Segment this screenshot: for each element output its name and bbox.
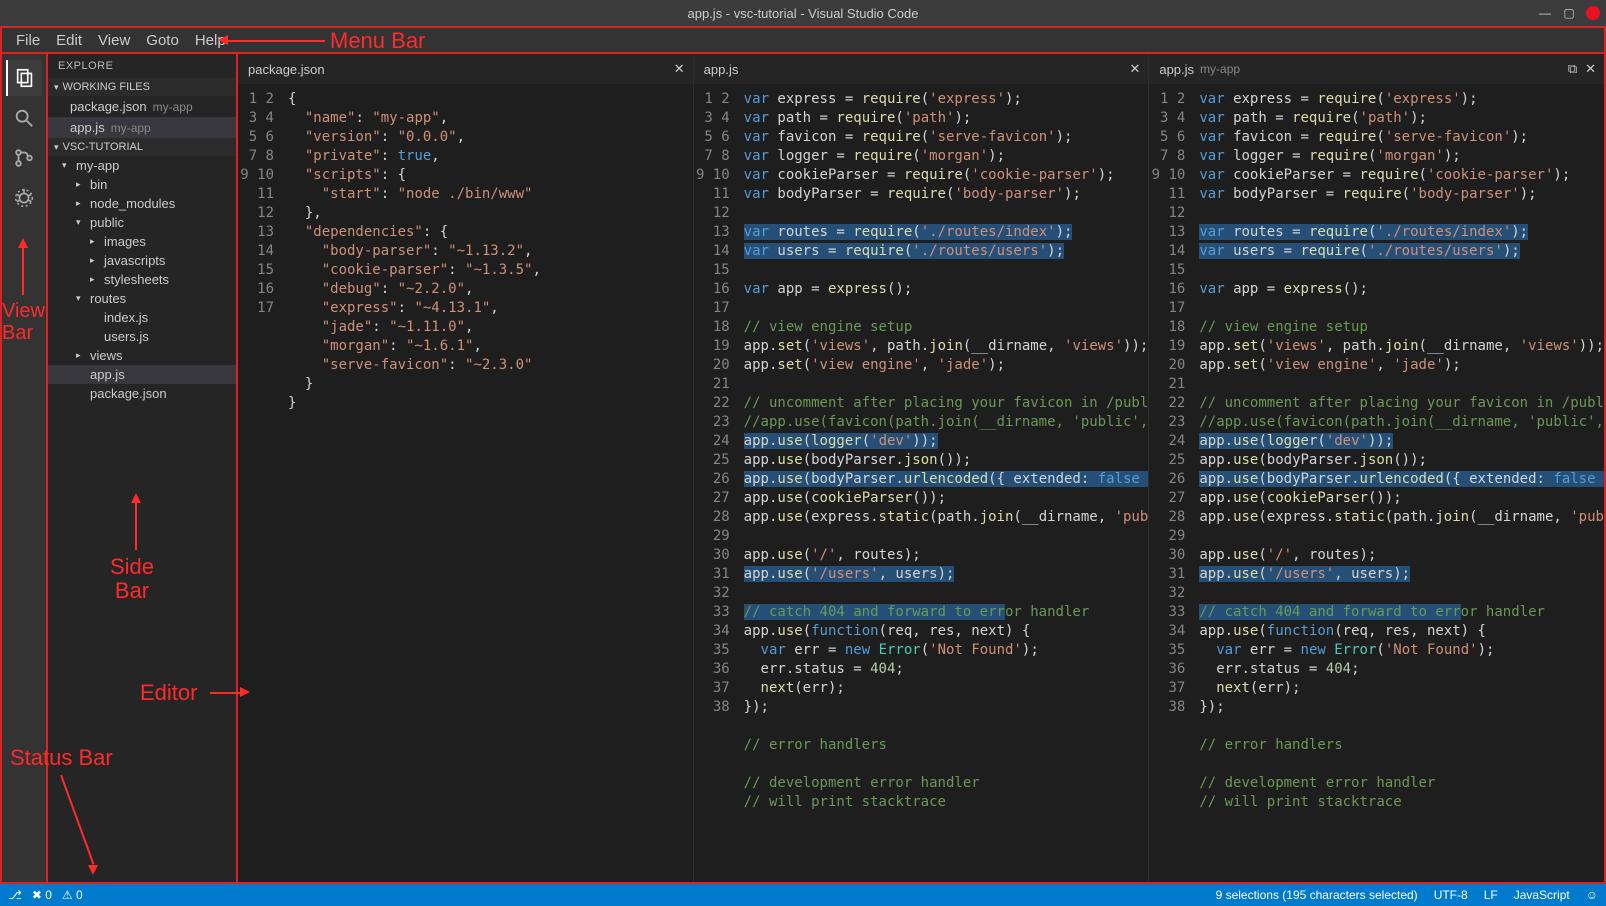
search-icon[interactable] (6, 100, 42, 136)
editor-tab[interactable]: app.js✕ (694, 54, 1149, 84)
tree-item[interactable]: index.js (48, 308, 236, 327)
chevron-down-icon: ▾ (54, 82, 59, 93)
close-tab-icon[interactable]: ✕ (674, 61, 685, 77)
working-file[interactable]: package.jsonmy-app (48, 96, 236, 117)
status-eol[interactable]: LF (1484, 888, 1498, 902)
code-editor[interactable]: 1 2 3 4 5 6 7 8 9 10 11 12 13 14 15 16 1… (694, 84, 1149, 882)
explorer-icon[interactable] (6, 60, 42, 96)
editor-tab[interactable]: package.json✕ (238, 54, 693, 84)
tree-item[interactable]: package.json (48, 384, 236, 403)
sidebar-title: EXPLORE (48, 54, 236, 78)
debug-icon[interactable] (6, 180, 42, 216)
tree-item[interactable]: ▸images (48, 232, 236, 251)
code-editor[interactable]: 1 2 3 4 5 6 7 8 9 10 11 12 13 14 15 16 1… (238, 84, 693, 882)
tree-item[interactable]: app.js (48, 365, 236, 384)
status-selections: 9 selections (195 characters selected) (1216, 888, 1418, 902)
tree-item[interactable]: ▸bin (48, 175, 236, 194)
git-branch-icon[interactable]: ⎇ (8, 888, 22, 902)
close-tab-icon[interactable]: ✕ (1585, 61, 1596, 77)
tree-item[interactable]: ▸stylesheets (48, 270, 236, 289)
menu-view[interactable]: View (90, 30, 138, 51)
editor-pane: app.jsmy-app⧉✕1 2 3 4 5 6 7 8 9 10 11 12… (1149, 54, 1604, 882)
editor-pane: app.js✕1 2 3 4 5 6 7 8 9 10 11 12 13 14 … (694, 54, 1150, 882)
editor-area: package.json✕1 2 3 4 5 6 7 8 9 10 11 12 … (238, 54, 1606, 884)
menu-file[interactable]: File (8, 30, 48, 51)
tree-item[interactable]: ▾routes (48, 289, 236, 308)
working-files-header[interactable]: ▾ WORKING FILES (48, 78, 236, 96)
menu-edit[interactable]: Edit (48, 30, 90, 51)
feedback-icon[interactable]: ☺ (1586, 888, 1598, 902)
chevron-down-icon: ▾ (54, 142, 59, 153)
menu-goto[interactable]: Goto (138, 30, 187, 51)
editor-tab[interactable]: app.jsmy-app⧉✕ (1149, 54, 1604, 84)
side-bar: EXPLORE ▾ WORKING FILES package.jsonmy-a… (48, 54, 238, 884)
status-bar: ⎇ ✖ 0 ⚠ 0 9 selections (195 characters s… (0, 884, 1606, 906)
git-icon[interactable] (6, 140, 42, 176)
status-encoding[interactable]: UTF-8 (1434, 888, 1468, 902)
project-header[interactable]: ▾ VSC-TUTORIAL (48, 138, 236, 156)
status-errors[interactable]: ✖ 0 (32, 888, 52, 902)
close-tab-icon[interactable]: ✕ (1129, 61, 1140, 77)
editor-pane: package.json✕1 2 3 4 5 6 7 8 9 10 11 12 … (238, 54, 694, 882)
title-bar: app.js - vsc-tutorial - Visual Studio Co… (0, 0, 1606, 26)
split-editor-icon[interactable]: ⧉ (1568, 61, 1577, 77)
tree-item[interactable]: users.js (48, 327, 236, 346)
tree-item[interactable]: ▸node_modules (48, 194, 236, 213)
minimize-icon[interactable]: — (1538, 6, 1552, 20)
maximize-icon[interactable]: ▢ (1562, 6, 1576, 20)
working-file[interactable]: app.jsmy-app (48, 117, 236, 138)
tree-item[interactable]: ▾public (48, 213, 236, 232)
tree-item[interactable]: ▾my-app (48, 156, 236, 175)
status-warnings[interactable]: ⚠ 0 (62, 888, 83, 902)
tree-item[interactable]: ▸javascripts (48, 251, 236, 270)
tree-item[interactable]: ▸views (48, 346, 236, 365)
window-title: app.js - vsc-tutorial - Visual Studio Co… (688, 6, 919, 21)
code-editor[interactable]: 1 2 3 4 5 6 7 8 9 10 11 12 13 14 15 16 1… (1149, 84, 1604, 882)
status-language[interactable]: JavaScript (1514, 888, 1570, 902)
activity-bar (0, 54, 48, 884)
close-icon[interactable] (1586, 6, 1600, 20)
